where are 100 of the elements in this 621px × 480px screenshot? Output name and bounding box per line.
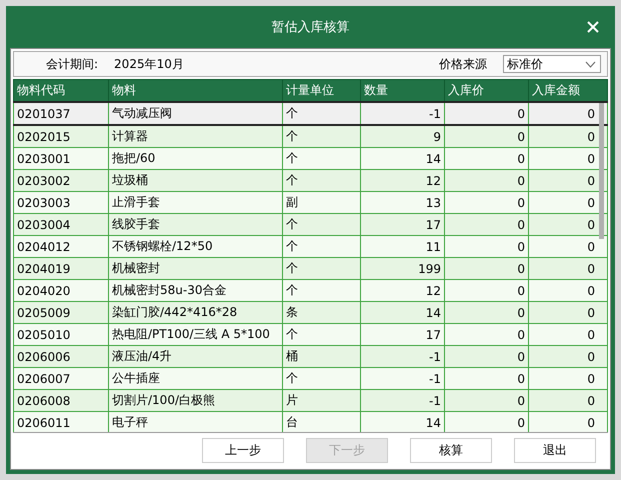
table-cell: 12 — [360, 170, 444, 192]
table-cell: 0203003 — [14, 192, 108, 214]
table-cell: 0203001 — [14, 148, 108, 170]
table-cell: 0 — [528, 236, 608, 258]
table-row[interactable]: 0203004 线胶手套 个 17 0 0 — [14, 214, 608, 236]
table-cell: 切割片/100/白极熊 — [108, 390, 282, 412]
table-cell: 0 — [528, 102, 608, 125]
table-cell: 0201037 — [14, 102, 108, 125]
table-cell: 0205009 — [14, 302, 108, 324]
action-button[interactable]: 上一步 — [202, 438, 284, 462]
table-cell: 0206006 — [14, 346, 108, 368]
column-header[interactable]: 物料代码 — [14, 80, 108, 102]
column-header[interactable]: 入库价 — [444, 80, 528, 102]
table-cell: 13 — [360, 192, 444, 214]
table-cell: 0 — [528, 302, 608, 324]
table-cell: 个 — [282, 214, 360, 236]
table-cell: 0 — [444, 280, 528, 302]
table-row[interactable]: 0202015 计算器 个 9 0 0 — [14, 125, 608, 148]
table-row[interactable]: 0205010 热电阻/PT100/三线 A 5*100 个 17 0 0 — [14, 324, 608, 346]
table-cell: 0206008 — [14, 390, 108, 412]
table-cell: 0204020 — [14, 280, 108, 302]
scrollbar-thumb[interactable] — [599, 103, 604, 239]
table-cell: 电子秤 — [108, 412, 282, 432]
table-cell: -1 — [360, 102, 444, 125]
table-cell: 0204019 — [14, 258, 108, 280]
table-cell: 14 — [360, 302, 444, 324]
table-cell: 片 — [282, 390, 360, 412]
table-cell: 14 — [360, 412, 444, 432]
table-cell: 0 — [444, 148, 528, 170]
table-cell: 0 — [444, 236, 528, 258]
table-cell: 机械密封 — [108, 258, 282, 280]
table-cell: -1 — [360, 368, 444, 390]
column-header[interactable]: 计量单位 — [282, 80, 360, 102]
table-row[interactable]: 0204019 机械密封 个 199 0 0 — [14, 258, 608, 280]
table-row[interactable]: 0206007 公牛插座 个 -1 0 0 — [14, 368, 608, 390]
table-cell: 0 — [444, 258, 528, 280]
table-cell: 0 — [528, 258, 608, 280]
table-row[interactable]: 0203002 垃圾桶 个 12 0 0 — [14, 170, 608, 192]
table-cell: 0202015 — [14, 125, 108, 148]
table-cell: 0204012 — [14, 236, 108, 258]
table-cell: 0206011 — [14, 412, 108, 432]
table-row[interactable]: 0204012 不锈钢螺栓/12*50 个 11 0 0 — [14, 236, 608, 258]
table-cell: 0 — [444, 324, 528, 346]
table-cell: 个 — [282, 125, 360, 148]
window-title: 暂估入库核算 — [272, 19, 350, 36]
table-cell: 液压油/4升 — [108, 346, 282, 368]
table-cell: 条 — [282, 302, 360, 324]
table-cell: 止滑手套 — [108, 192, 282, 214]
table-cell: 199 — [360, 258, 444, 280]
table-row[interactable]: 0206006 液压油/4升 桶 -1 0 0 — [14, 346, 608, 368]
table-cell: 0205010 — [14, 324, 108, 346]
table-row[interactable]: 0206008 切割片/100/白极熊 片 -1 0 0 — [14, 390, 608, 412]
period-value: 2025年10月 — [114, 56, 184, 72]
table-cell: 0 — [528, 280, 608, 302]
table-cell: 个 — [282, 280, 360, 302]
table-cell: 个 — [282, 368, 360, 390]
table-cell: 17 — [360, 214, 444, 236]
table-cell: 公牛插座 — [108, 368, 282, 390]
column-header[interactable]: 入库金额 — [528, 80, 608, 102]
table-cell: -1 — [360, 346, 444, 368]
table-cell: 0 — [528, 368, 608, 390]
table-cell: 不锈钢螺栓/12*50 — [108, 236, 282, 258]
table-cell: 0206007 — [14, 368, 108, 390]
action-button[interactable]: 核算 — [410, 438, 492, 462]
column-header[interactable]: 数量 — [360, 80, 444, 102]
table-row[interactable]: 0204020 机械密封58u-30合金 个 12 0 0 — [14, 280, 608, 302]
table-cell: 垃圾桶 — [108, 170, 282, 192]
table-row[interactable]: 0203003 止滑手套 副 13 0 0 — [14, 192, 608, 214]
table-cell: 0 — [528, 412, 608, 432]
table-cell: 0 — [444, 214, 528, 236]
table-cell: 0 — [528, 346, 608, 368]
table-cell: 0 — [444, 346, 528, 368]
table-cell: 副 — [282, 192, 360, 214]
column-header[interactable]: 物料 — [108, 80, 282, 102]
table-cell: 0 — [444, 102, 528, 125]
table-cell: 11 — [360, 236, 444, 258]
table-cell: 0 — [444, 390, 528, 412]
table-row[interactable]: 0203001 拖把/60 个 14 0 0 — [14, 148, 608, 170]
table-cell: 12 — [360, 280, 444, 302]
table-cell: 个 — [282, 258, 360, 280]
table-cell: 0 — [444, 192, 528, 214]
table-cell: 台 — [282, 412, 360, 432]
table-cell: 桶 — [282, 346, 360, 368]
table-cell: 0 — [444, 302, 528, 324]
table-cell: 拖把/60 — [108, 148, 282, 170]
table-cell: 0203002 — [14, 170, 108, 192]
table-cell: 0 — [444, 170, 528, 192]
table-cell: 机械密封58u-30合金 — [108, 280, 282, 302]
table-cell: 0203004 — [14, 214, 108, 236]
table-cell: 个 — [282, 148, 360, 170]
action-button[interactable]: 退出 — [514, 438, 596, 462]
table-cell: 0 — [444, 412, 528, 432]
table-cell: 14 — [360, 148, 444, 170]
table-row[interactable]: 0206011 电子秤 台 14 0 0 — [14, 412, 608, 432]
table-row[interactable]: 0201037 气动减压阀 个 -1 0 0 — [14, 102, 608, 125]
close-icon[interactable] — [587, 21, 599, 33]
table-cell: 个 — [282, 102, 360, 125]
table-cell: 线胶手套 — [108, 214, 282, 236]
price-source-dropdown[interactable]: 标准价 — [503, 55, 601, 73]
table-row[interactable]: 0205009 染缸门胶/442*416*28 条 14 0 0 — [14, 302, 608, 324]
